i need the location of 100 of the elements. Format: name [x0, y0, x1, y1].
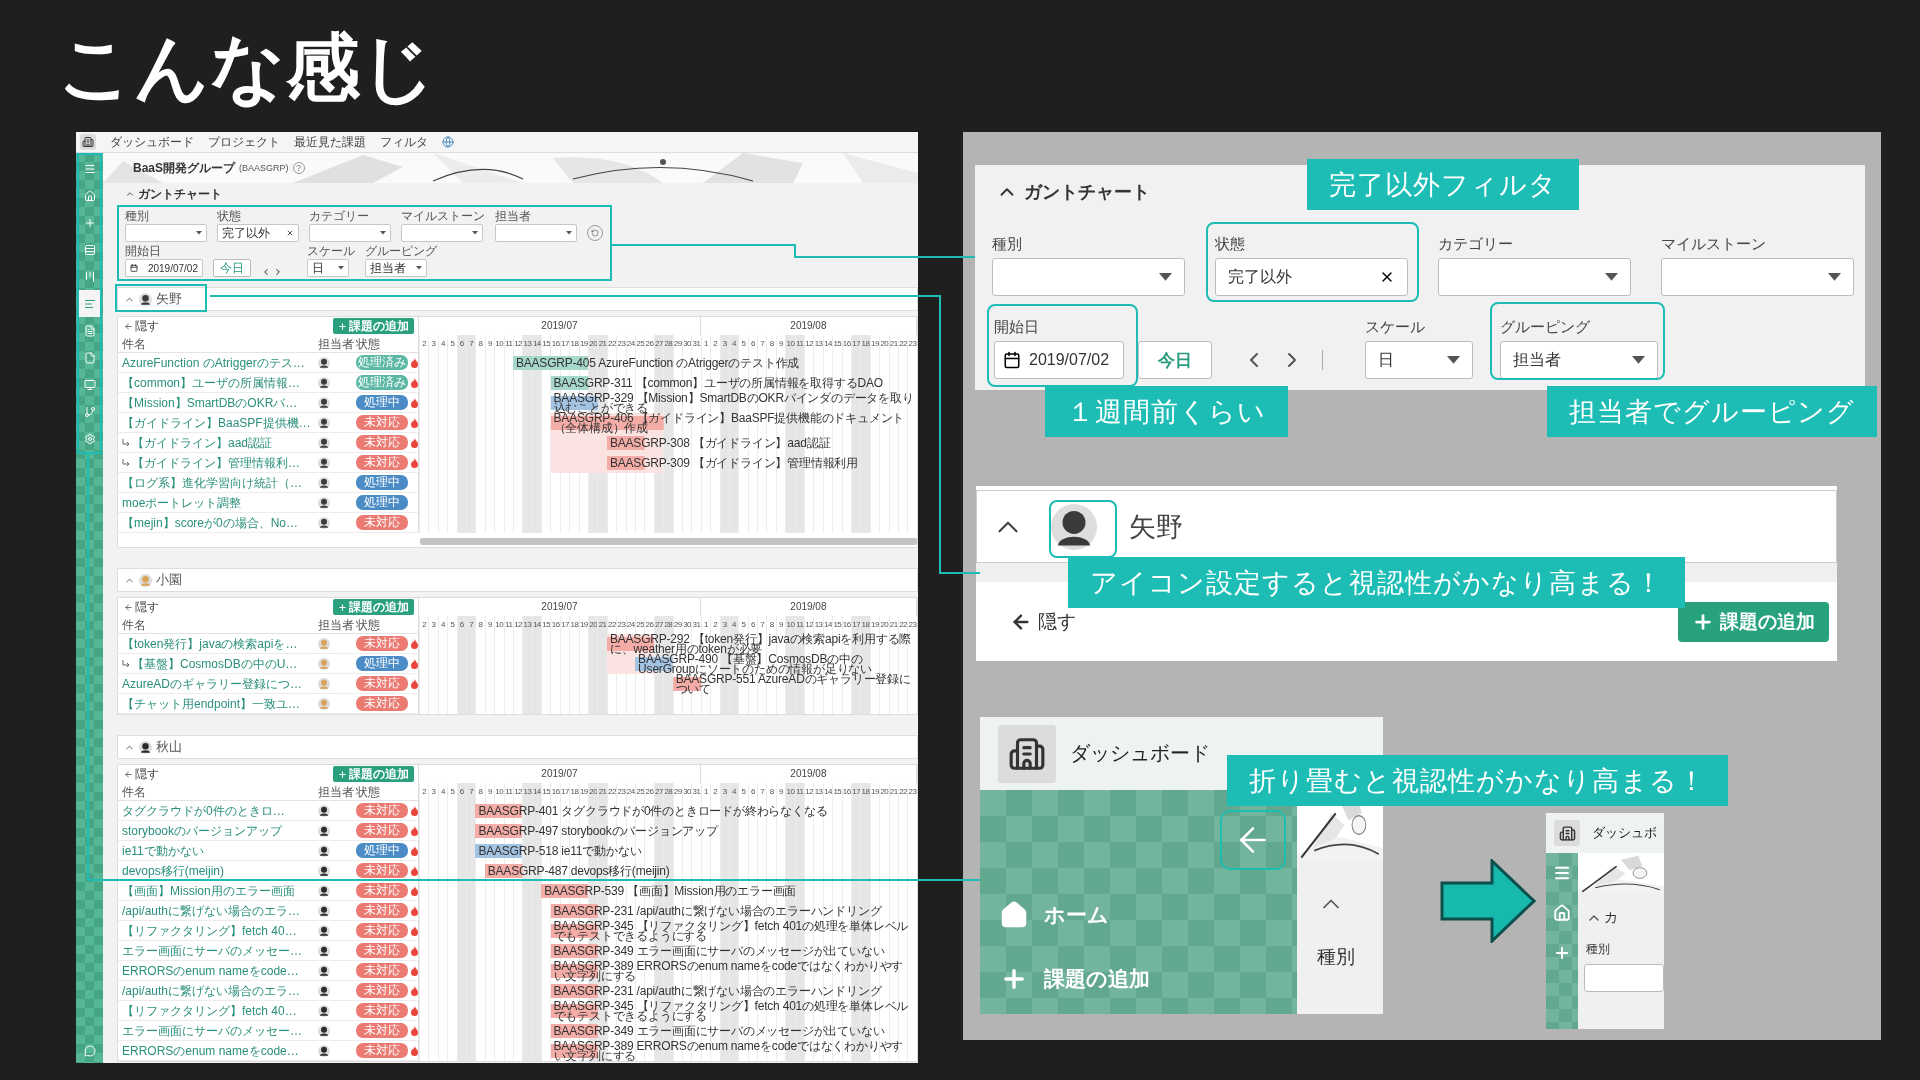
select-field[interactable] — [309, 224, 391, 242]
issue-title[interactable]: 【ガイドライン】BaaSPF提供機… — [122, 416, 318, 429]
task-bar[interactable]: BAASGRP-231 /api/authに繋げない場合のエラーハンドリング — [550, 904, 882, 918]
previous-icon[interactable] — [261, 267, 271, 277]
issue-title[interactable]: /api/authに繋げない場合のエラ… — [122, 904, 318, 917]
select-field[interactable] — [125, 224, 207, 242]
task-bar[interactable]: BAASGRP-292 【token発行】javaの検索apiを利用する際に、weather用のtokenが必要 — [606, 634, 914, 654]
day-label: 3 — [722, 619, 727, 631]
hide-link[interactable]: 隠す — [124, 768, 159, 780]
day-label: 16 — [842, 786, 851, 798]
select-field[interactable]: 日 — [1365, 341, 1473, 379]
next-icon[interactable] — [273, 267, 283, 277]
nav-link[interactable]: 最近見た課題 — [294, 133, 366, 151]
issue-title[interactable]: 【チャット用endpoint】一致ユ… — [122, 697, 318, 710]
task-bar[interactable]: BAASGRP-349 エラー画面にサーバのメッセージが出ていない — [550, 944, 885, 958]
hide-link[interactable]: 隠す — [1010, 608, 1076, 635]
issue-title[interactable]: 【ログ系】進化学習向け統計（… — [122, 476, 318, 489]
issue-title[interactable]: storybookのバージョンアップ — [122, 824, 318, 837]
nav-link[interactable]: ダッシュボ — [1592, 824, 1657, 842]
issue-title[interactable]: moeポートレット調整 — [122, 496, 318, 509]
globe-icon[interactable] — [442, 136, 454, 148]
hide-link[interactable]: 隠す — [124, 601, 159, 613]
issue-title[interactable]: /api/authに繋げない場合のエラ… — [122, 984, 318, 997]
today-button[interactable]: 今日 — [213, 259, 251, 277]
task-bar[interactable]: BAASGRP-231 /api/authに繋げない場合のエラーハンドリング — [550, 984, 882, 998]
nav-link[interactable]: フィルタ — [380, 133, 428, 151]
issue-title[interactable]: 【ガイドライン】管理情報利… — [122, 456, 318, 469]
task-bar[interactable]: BAASGRP-349 エラー画面にサーバのメッセージが出ていない — [550, 1024, 885, 1038]
issue-title[interactable]: 【Mission】SmartDBのOKRバ… — [122, 396, 318, 409]
day-label: 6 — [459, 338, 464, 350]
chat-icon[interactable] — [83, 1045, 96, 1057]
select-field[interactable] — [495, 224, 577, 242]
issue-title[interactable]: エラー画面にサーバのメッセー… — [122, 944, 318, 957]
select-field[interactable] — [1438, 258, 1631, 296]
issue-title[interactable]: 【リファクタリング】fetch 40… — [122, 924, 318, 937]
issue-title[interactable]: AzureFunction のAtriggerのテス… — [122, 356, 318, 369]
issue-title[interactable]: ERRORSのenum nameをcode… — [122, 1044, 318, 1057]
date-field[interactable]: 2019/07/02 — [125, 259, 203, 277]
hide-link[interactable]: 隠す — [124, 320, 159, 332]
nav-link[interactable]: ダッシュボード — [1070, 740, 1210, 767]
day-label: 30 — [683, 619, 692, 631]
day-label: 6 — [750, 619, 755, 631]
task-bar[interactable]: BAASGRP-401 タグクラウドが0件のときロードが終わらなくなる — [475, 804, 828, 818]
task-bar[interactable]: BAASGRP-539 【画面】Mission用のエラー画面 — [541, 884, 797, 898]
day-label: 15 — [833, 786, 842, 798]
issue-title[interactable]: 【ガイドライン】aad認証 — [122, 436, 318, 449]
field-label: 種別 — [1317, 946, 1355, 967]
sidebar-item[interactable] — [79, 290, 100, 317]
issue-title[interactable]: タグクラウドが0件のときロ… — [122, 804, 318, 817]
task-bar[interactable]: BAASGRP-497 storybookのバージョンアップ — [475, 824, 718, 838]
project-name: BaaS開発グループ — [133, 159, 236, 177]
select-field[interactable] — [992, 258, 1185, 296]
column-header: 担当者 — [318, 785, 355, 798]
select-field[interactable]: 担当者 — [365, 259, 427, 277]
select-field[interactable] — [1661, 258, 1854, 296]
issue-title[interactable]: エラー画面にサーバのメッセー… — [122, 1024, 318, 1037]
building-icon[interactable] — [82, 136, 94, 148]
issue-title[interactable]: AzureADのギャラリー登録につ… — [122, 677, 318, 690]
day-label: 4 — [732, 338, 737, 350]
task-bar[interactable]: BAASGRP-518 ie11で動かない — [475, 844, 642, 858]
day-label: 22 — [608, 786, 616, 798]
day-label: 3 — [722, 338, 727, 350]
day-label: 22 — [899, 786, 908, 798]
select-field[interactable]: 担当者 — [1500, 341, 1658, 379]
issue-title[interactable]: 【token発行】javaの検索apiを… — [122, 637, 318, 650]
field-label: 担当者 — [495, 210, 532, 223]
select-field[interactable]: 完了以外 — [217, 224, 299, 242]
nav-link[interactable]: ダッシュボード — [110, 133, 194, 151]
day-label: 1 — [703, 619, 708, 631]
select-field[interactable]: 日 — [307, 259, 349, 277]
day-label: 2 — [713, 619, 718, 631]
nav-link[interactable]: プロジェクト — [208, 133, 280, 151]
column-header: 担当者 — [318, 337, 355, 350]
status-badge: 未対応 — [356, 903, 408, 918]
select-field[interactable] — [401, 224, 483, 242]
collapse-button[interactable] — [1220, 810, 1286, 870]
building-icon[interactable] — [1558, 824, 1576, 842]
issue-title[interactable]: 【画面】Mission用のエラー画面 — [122, 884, 318, 897]
issue-title[interactable]: devops移行(meijin) — [122, 864, 318, 877]
scrollbar[interactable] — [420, 538, 917, 545]
task-bar[interactable]: BAASGRP-405 AzureFunction のAtriggerのテスト作成 — [512, 356, 800, 370]
select-field[interactable] — [1584, 964, 1664, 992]
issue-title[interactable]: 【リファクタリング】fetch 40… — [122, 1004, 318, 1017]
issue-title[interactable]: ERRORSのenum nameをcode… — [122, 964, 318, 977]
day-label: 21 — [598, 619, 607, 631]
issue-title[interactable]: 【common】ユーザの所属情報… — [122, 376, 318, 389]
date-field[interactable]: 2019/07/02 — [994, 341, 1124, 379]
task-bar[interactable]: BAASGRP-311 【common】ユーザの所属情報を取得するDAO — [550, 376, 883, 390]
issue-title[interactable]: ie11で動かない — [122, 844, 318, 857]
issue-title[interactable]: 【基盤】CosmosDBの中のU… — [122, 657, 318, 670]
select-field[interactable]: 完了以外 — [1215, 258, 1408, 296]
task-bar[interactable]: BAASGRP-309 【ガイドライン】管理情報利用 — [606, 456, 859, 470]
clear-icon[interactable] — [286, 229, 294, 237]
avatar-icon — [318, 1044, 330, 1057]
task-bar[interactable]: BAASGRP-487 devops移行(meijin) — [484, 864, 670, 878]
status-badge: 未対応 — [356, 636, 408, 651]
day-label: 28 — [664, 619, 673, 631]
task-bar[interactable]: BAASGRP-308 【ガイドライン】aad認証 — [606, 436, 831, 450]
day-label: 30 — [683, 338, 692, 350]
issue-title[interactable]: 【mejin】scoreが0の場合、No… — [122, 516, 318, 529]
